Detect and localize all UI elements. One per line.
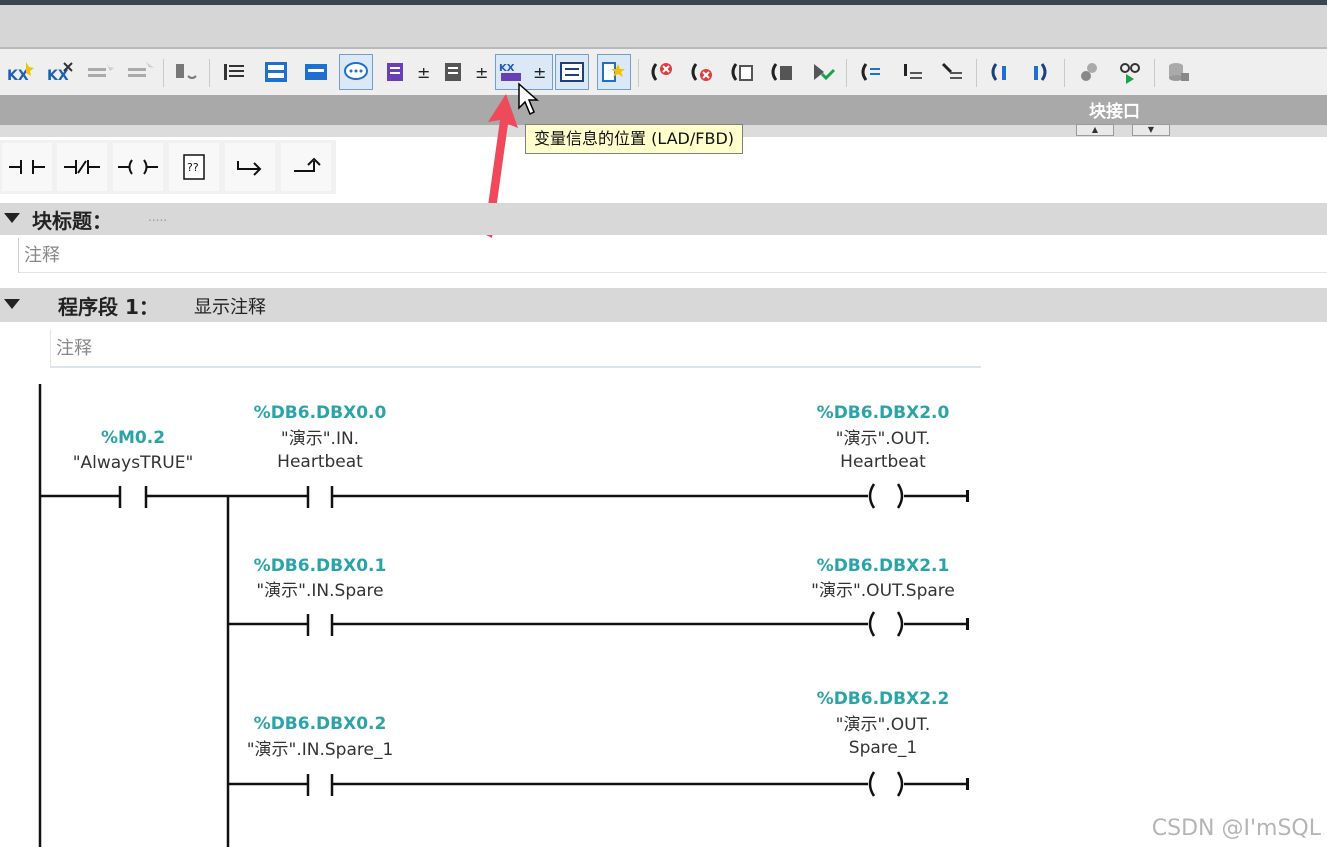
cross-ref-icon[interactable] [1074, 56, 1106, 88]
lad-elements-bar: ?? [0, 140, 336, 194]
network-collapse-triangle-icon[interactable] [4, 299, 20, 309]
tag-info-icon[interactable]: ± [438, 56, 490, 88]
network-title[interactable]: 显示注释 [194, 293, 266, 319]
rung3-input-symbol[interactable]: "演示".IN.Spare_1 [225, 739, 415, 762]
network-view-icon[interactable] [218, 56, 250, 88]
insert-network-icon[interactable]: KX [4, 56, 36, 88]
svg-text:±: ± [533, 63, 546, 82]
absolute-info-icon[interactable]: ± [380, 56, 432, 88]
rung2-output-coil[interactable] [866, 610, 908, 638]
rung1-input-address[interactable]: %DB6.DBX0.0 [240, 403, 400, 423]
toolbar-separator [209, 59, 210, 87]
block-title-label: 块标题： [32, 209, 112, 233]
monitor-glasses-icon[interactable] [1114, 56, 1146, 88]
rung1-input-contact[interactable] [300, 484, 340, 510]
back-icon[interactable] [984, 56, 1016, 88]
toolbar-separator [638, 59, 639, 87]
rung1-output-symbol-cont[interactable]: Heartbeat [803, 451, 963, 474]
normally-open-contact-button[interactable] [2, 143, 52, 191]
toolbar-separator [1154, 59, 1155, 87]
open-branch-button[interactable] [225, 143, 275, 191]
rung3-output-coil[interactable] [866, 770, 908, 798]
rung1-output-address[interactable]: %DB6.DBX2.0 [803, 403, 963, 423]
insert-row-icon[interactable] [84, 56, 116, 88]
main-contact[interactable] [112, 484, 154, 510]
add-row-icon[interactable] [124, 56, 156, 88]
rung3-output-symbol[interactable]: "演示".OUT. [803, 714, 963, 737]
rung3-input-contact[interactable] [300, 772, 340, 798]
block-title-bar[interactable] [0, 203, 1327, 235]
toolbar-separator [163, 59, 164, 87]
collapse-triangle-icon[interactable] [4, 213, 20, 223]
monitor-all-icon[interactable] [726, 56, 758, 88]
call-icon[interactable] [170, 56, 202, 88]
first-icon[interactable] [854, 56, 886, 88]
delete-network-icon[interactable]: KX [44, 56, 76, 88]
mouse-cursor-icon [518, 82, 539, 116]
monitor-off-icon[interactable] [646, 56, 678, 88]
splitter-up-handle[interactable]: ▲ [1076, 124, 1114, 136]
svg-text:±: ± [475, 63, 488, 82]
collapse-icon[interactable] [260, 56, 292, 88]
normally-closed-contact-button[interactable] [57, 143, 107, 191]
coil-button[interactable] [113, 143, 163, 191]
rung3-output-symbol-cont[interactable]: Spare_1 [803, 737, 963, 760]
network-comment-box[interactable] [50, 330, 981, 368]
close-branch-button[interactable] [281, 143, 331, 191]
rung2-output-address[interactable]: %DB6.DBX2.1 [803, 556, 963, 576]
svg-text:KX: KX [499, 63, 515, 74]
toolbar-separator [976, 59, 977, 87]
editor-toolbar: KX KX ± ± KX ± [0, 49, 1327, 95]
block-title-value[interactable]: ..... [148, 210, 167, 224]
rung3-output-address[interactable]: %DB6.DBX2.2 [803, 689, 963, 709]
list-icon[interactable] [555, 54, 589, 90]
favorites-icon[interactable] [597, 54, 631, 90]
rung2-input-address[interactable]: %DB6.DBX0.1 [240, 556, 400, 576]
svg-text:±: ± [417, 63, 430, 82]
main-contact-address[interactable]: %M0.2 [63, 428, 203, 448]
network-label: 程序段 1： [58, 295, 159, 319]
title-bar [0, 5, 1327, 49]
empty-box-button[interactable]: ?? [169, 143, 219, 191]
download-icon[interactable] [806, 56, 838, 88]
block-interface-label[interactable]: 块接口 [1089, 97, 1140, 122]
rung1-input-symbol-cont[interactable]: Heartbeat [240, 451, 400, 474]
expand-icon[interactable] [300, 56, 332, 88]
monitor-on-icon[interactable] [766, 56, 798, 88]
rung1-output-symbol[interactable]: "演示".OUT. [803, 428, 963, 451]
jump-icon[interactable] [896, 56, 928, 88]
toolbar-separator [1064, 59, 1065, 87]
rung3-input-address[interactable]: %DB6.DBX0.2 [240, 714, 400, 734]
svg-text:KX: KX [7, 68, 29, 84]
comments-icon[interactable] [339, 54, 373, 90]
network-comment-text: 注释 [56, 338, 92, 359]
main-contact-symbol[interactable]: "AlwaysTRUE" [53, 452, 213, 475]
splitter-down-handle[interactable]: ▼ [1132, 124, 1170, 136]
rung1-input-symbol[interactable]: "演示".IN. [240, 428, 400, 451]
toolbar-separator [846, 59, 847, 87]
rung2-input-symbol[interactable]: "演示".IN.Spare [230, 580, 410, 603]
rung2-input-contact[interactable] [300, 612, 340, 638]
block-comment-box[interactable] [18, 238, 1327, 273]
go-offline-icon[interactable] [686, 56, 718, 88]
rung1-output-coil[interactable] [866, 482, 908, 510]
db-icon[interactable] [1162, 56, 1194, 88]
rung2-output-symbol[interactable]: "演示".OUT.Spare [795, 580, 971, 603]
next-icon[interactable] [936, 56, 968, 88]
block-comment-text: 注释 [24, 245, 60, 266]
watermark: CSDN @I'mSQL [1151, 816, 1321, 841]
forward-icon[interactable] [1024, 56, 1056, 88]
svg-text:??: ?? [187, 161, 199, 174]
